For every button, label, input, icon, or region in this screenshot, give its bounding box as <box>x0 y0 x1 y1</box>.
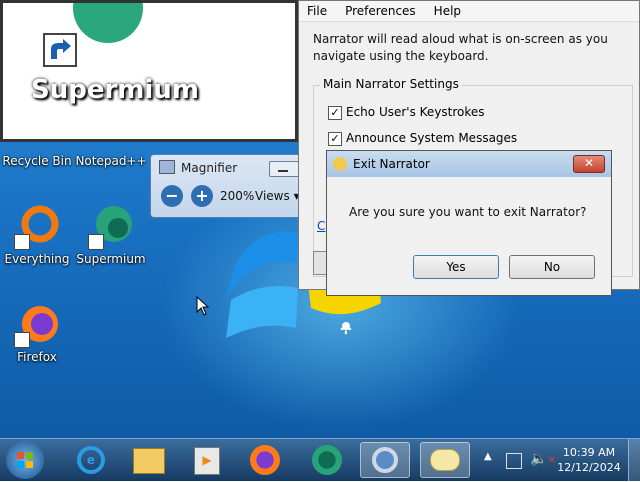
supermium-logo-magnified <box>73 3 143 43</box>
group-label: Main Narrator Settings <box>320 77 462 91</box>
dialog-title: Exit Narrator <box>353 157 430 171</box>
everything-icon <box>14 204 60 250</box>
shortcut-arrow-icon <box>14 332 30 348</box>
exit-narrator-dialog[interactable]: Exit Narrator ✕ Are you sure you want to… <box>326 150 612 296</box>
announce-messages-checkbox[interactable]: ✓ <box>328 132 342 146</box>
taskbar-file-explorer[interactable] <box>124 442 174 478</box>
taskbar-narrator[interactable] <box>420 442 470 478</box>
minimize-button[interactable] <box>269 161 299 177</box>
shortcut-arrow-icon <box>14 234 30 250</box>
firefox-icon <box>14 302 60 348</box>
zoom-in-button[interactable]: + <box>191 185 213 207</box>
sparkle-icon: ✢ <box>340 322 352 338</box>
magnifier-title: Magnifier <box>181 161 238 175</box>
close-button[interactable]: ✕ <box>573 155 605 173</box>
show-desktop-button[interactable] <box>628 439 640 481</box>
magnified-view: Supermium <box>0 0 298 142</box>
magnifier-app-icon <box>159 160 175 174</box>
views-dropdown[interactable]: Views ▾ <box>255 189 300 203</box>
yes-button[interactable]: Yes <box>413 255 499 279</box>
supermium-icon <box>312 445 342 475</box>
desktop-icon-everything[interactable]: Everything <box>0 204 74 266</box>
start-button[interactable] <box>6 441 44 479</box>
minimize-icon <box>278 170 288 172</box>
clock-date: 12/12/2024 <box>557 461 621 474</box>
recycle-bin-label: Recycle Bin <box>2 154 72 168</box>
taskbar: e ▶ ▲ 🔈✕ 10:39 AM 12/12/2024 <box>0 438 640 481</box>
announce-messages-label: Announce System Messages <box>346 131 518 145</box>
zoom-level: 200% <box>220 189 255 203</box>
mouse-cursor-icon <box>196 296 210 316</box>
magnifier-window[interactable]: Magnifier − + 200% Views ▾ <box>150 154 306 218</box>
magnifier-icon <box>372 447 398 473</box>
supermium-label: Supermium <box>76 252 146 266</box>
dialog-message: Are you sure you want to exit Narrator? <box>349 205 587 219</box>
echo-keystrokes-checkbox[interactable]: ✓ <box>328 106 342 120</box>
folder-icon <box>133 448 165 474</box>
taskbar-media-player[interactable]: ▶ <box>182 442 232 478</box>
shortcut-arrow-icon <box>88 234 104 250</box>
narrator-icon <box>430 449 460 471</box>
narrator-description: Narrator will read aloud what is on-scre… <box>313 32 608 63</box>
desktop-icon-notepadpp[interactable]: Notepad++ <box>74 154 148 168</box>
volume-muted-icon[interactable]: 🔈✕ <box>530 451 556 467</box>
close-icon: ✕ <box>583 156 595 170</box>
dialog-titlebar: Exit Narrator <box>327 151 611 177</box>
taskbar-firefox[interactable] <box>240 442 290 478</box>
ie-icon: e <box>77 446 105 474</box>
taskbar-supermium[interactable] <box>302 442 352 478</box>
supermium-icon <box>88 204 134 250</box>
echo-keystrokes-label: Echo User's Keystrokes <box>346 105 485 119</box>
shortcut-arrow-icon <box>43 33 77 67</box>
firefox-icon <box>250 445 280 475</box>
taskbar-internet-explorer[interactable]: e <box>66 442 116 478</box>
clock-time: 10:39 AM <box>562 446 616 459</box>
menu-help[interactable]: Help <box>434 4 461 18</box>
plus-icon: + <box>195 186 209 205</box>
network-icon[interactable] <box>506 453 522 469</box>
no-button[interactable]: No <box>509 255 595 279</box>
show-hidden-icons-button[interactable]: ▲ <box>484 451 492 462</box>
system-clock[interactable]: 10:39 AM 12/12/2024 <box>556 445 622 475</box>
magnified-label: Supermium <box>31 75 199 105</box>
narrator-app-icon <box>333 157 347 171</box>
media-player-icon: ▶ <box>194 447 220 475</box>
views-label: Views <box>255 189 290 203</box>
desktop-icon-recycle-bin[interactable]: Recycle Bin <box>0 154 74 168</box>
everything-label: Everything <box>4 252 70 266</box>
firefox-label: Firefox <box>17 350 57 364</box>
taskbar-magnifier[interactable] <box>360 442 410 478</box>
windows-flag-icon <box>17 452 33 468</box>
narrator-menubar: File Preferences Help <box>299 1 639 22</box>
narrator-link-partial[interactable]: C <box>317 219 325 233</box>
menu-preferences[interactable]: Preferences <box>345 4 416 18</box>
notepadpp-label: Notepad++ <box>75 154 147 168</box>
menu-file[interactable]: File <box>307 4 327 18</box>
chevron-up-icon: ▲ <box>484 451 492 462</box>
zoom-out-button[interactable]: − <box>161 185 183 207</box>
desktop-icon-firefox[interactable]: Firefox <box>0 302 74 364</box>
minus-icon: − <box>165 186 179 205</box>
desktop-icon-supermium[interactable]: Supermium <box>74 204 148 266</box>
